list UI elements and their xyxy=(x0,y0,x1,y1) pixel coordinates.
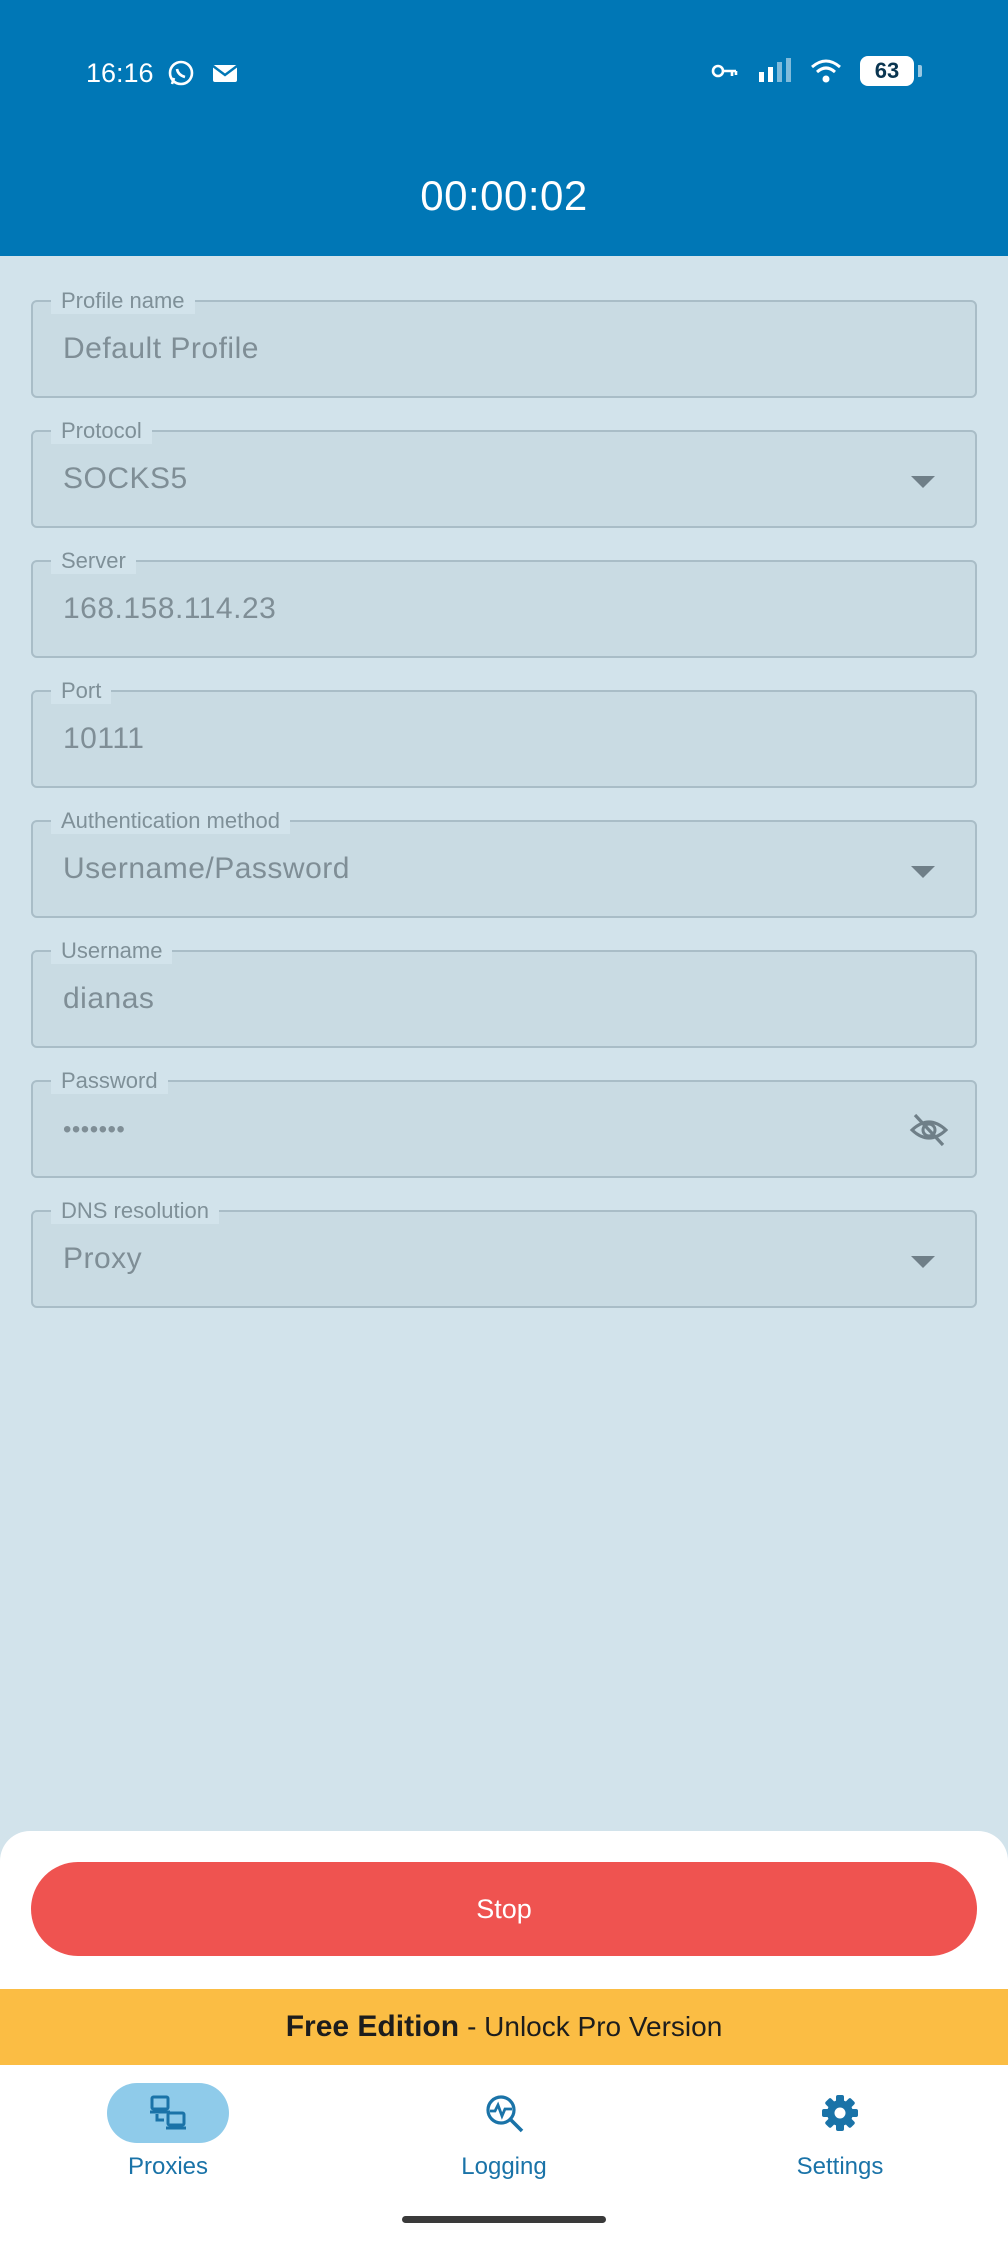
dns-resolution-value: Proxy xyxy=(63,1242,143,1275)
vpn-key-icon xyxy=(711,64,738,78)
profile-name-value: Default Profile xyxy=(63,332,259,365)
promo-unlock: - Unlock Pro Version xyxy=(467,2011,723,2042)
dns-resolution-dropdown[interactable]: DNS resolution Proxy xyxy=(31,1198,977,1308)
username-value: dianas xyxy=(63,982,155,1015)
dropdown-arrow-icon xyxy=(911,476,935,488)
nav-icon-container xyxy=(779,2083,901,2143)
wifi-icon xyxy=(811,59,841,83)
whatsapp-icon xyxy=(168,60,194,86)
protocol-label: Protocol xyxy=(51,418,152,444)
nav-label-logging: Logging xyxy=(461,2153,547,2180)
status-time: 16:16 xyxy=(86,58,154,88)
logging-icon xyxy=(486,2095,524,2133)
server-field[interactable]: Server 168.158.114.23 xyxy=(31,548,977,658)
auth-method-dropdown[interactable]: Authentication method Username/Password xyxy=(31,808,977,918)
username-field[interactable]: Username dianas xyxy=(31,938,977,1048)
nav-icon-container xyxy=(443,2083,565,2143)
dropdown-arrow-icon xyxy=(911,866,935,878)
port-label: Port xyxy=(51,678,112,704)
server-value: 168.158.114.23 xyxy=(63,592,277,625)
nav-label-proxies: Proxies xyxy=(127,2153,209,2180)
profile-name-label: Profile name xyxy=(51,288,195,314)
server-label: Server xyxy=(51,548,136,574)
settings-icon xyxy=(822,2095,858,2131)
stop-button[interactable]: Stop xyxy=(31,1862,977,1956)
auth-method-value: Username/Password xyxy=(63,852,350,885)
visibility-off-icon[interactable] xyxy=(909,1112,949,1148)
username-label: Username xyxy=(51,938,173,964)
nav-indicator xyxy=(107,2083,229,2143)
connection-timer: 00:00:02 xyxy=(420,172,588,219)
profile-name-field[interactable]: Profile name Default Profile xyxy=(31,288,977,398)
password-label: Password xyxy=(51,1068,168,1094)
nav-item-settings[interactable]: Settings xyxy=(740,2083,940,2181)
proxies-icon xyxy=(150,2095,186,2130)
port-field[interactable]: Port 10111 xyxy=(31,678,977,788)
nav-item-logging[interactable]: Logging xyxy=(404,2083,604,2181)
action-sheet: Stop xyxy=(0,1831,1008,1989)
protocol-value: SOCKS5 xyxy=(63,462,188,495)
auth-method-label: Authentication method xyxy=(51,808,290,834)
dns-resolution-label: DNS resolution xyxy=(51,1198,219,1224)
nav-item-proxies[interactable]: Proxies xyxy=(68,2083,268,2181)
proxy-profile-form: Profile name Default Profile Protocol SO… xyxy=(31,288,977,1340)
password-value: ••••••• xyxy=(63,1116,126,1143)
notification-icons xyxy=(166,58,240,88)
battery-level: 63 xyxy=(860,56,914,86)
home-indicator[interactable] xyxy=(402,2216,606,2223)
mail-icon xyxy=(212,65,238,82)
signal-icon xyxy=(759,58,791,82)
promo-edition: Free Edition xyxy=(285,2010,460,2043)
dropdown-arrow-icon xyxy=(911,1256,935,1268)
protocol-dropdown[interactable]: Protocol SOCKS5 xyxy=(31,418,977,528)
promo-banner[interactable]: Free Edition - Unlock Pro Version xyxy=(0,1989,1008,2065)
system-status-icons: 63 xyxy=(710,56,922,86)
battery-icon xyxy=(918,65,922,77)
port-value: 10111 xyxy=(63,722,145,755)
password-field[interactable]: Password ••••••• xyxy=(31,1068,977,1178)
nav-label-settings: Settings xyxy=(796,2153,884,2180)
app-header: 16:16 63 00:00:02 xyxy=(0,0,1008,256)
